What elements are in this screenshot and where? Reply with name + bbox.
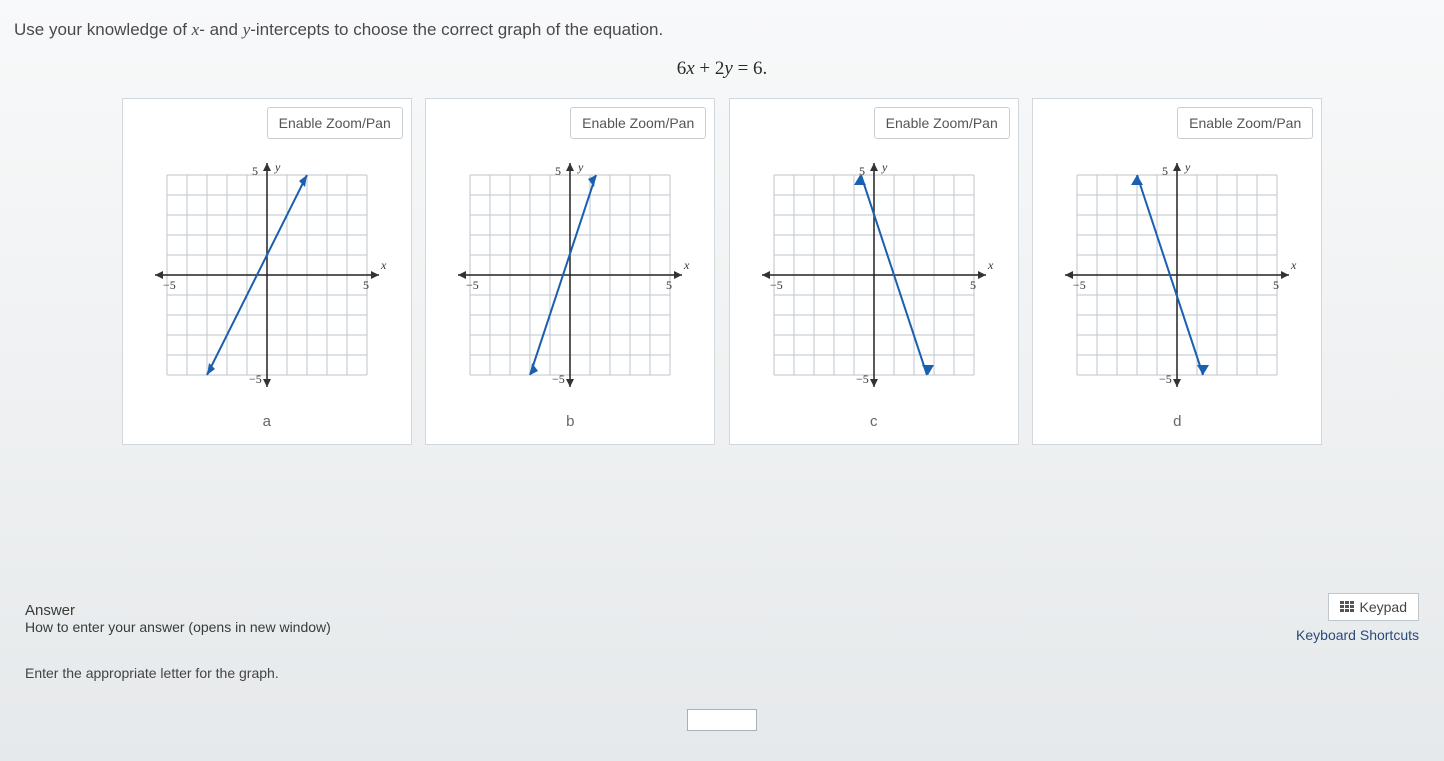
zoom-button-d[interactable]: Enable Zoom/Pan (1177, 107, 1313, 139)
graph-label-c: c (870, 413, 878, 430)
plot-b[interactable]: −5 5 5 −5 y x (440, 145, 700, 405)
svg-text:y: y (577, 160, 584, 174)
svg-text:5: 5 (666, 278, 672, 292)
graph-row: Enable Zoom/Pan (10, 98, 1434, 445)
eq-b: 2 (715, 58, 725, 79)
graph-label-a: a (263, 413, 271, 430)
graph-label-b: b (566, 413, 574, 430)
svg-text:x: x (683, 258, 690, 272)
eq-plus: + (695, 58, 715, 79)
keyboard-shortcuts-link[interactable]: Keyboard Shortcuts (1296, 627, 1419, 643)
chart-b: −5 5 5 −5 y x (445, 155, 695, 395)
chart-a: −5 5 5 −5 y x (142, 155, 392, 395)
chart-d: −5 5 5 −5 y x (1052, 155, 1302, 395)
svg-text:−5: −5 (770, 278, 783, 292)
graph-panel-b: Enable Zoom/Pan −5 5 5 −5 y x (425, 98, 715, 445)
keypad-button[interactable]: Keypad (1328, 593, 1419, 621)
zoom-button-a[interactable]: Enable Zoom/Pan (267, 107, 403, 139)
q-mid2: -intercepts to choose the correct graph … (250, 20, 663, 39)
tick-bot5: −5 (249, 372, 262, 386)
svg-text:−5: −5 (1073, 278, 1086, 292)
axis-y-label: y (274, 160, 281, 174)
graph-label-d: d (1173, 413, 1181, 430)
graph-panel-a: Enable Zoom/Pan (122, 98, 412, 445)
axis-x-label: x (380, 258, 387, 272)
svg-text:y: y (1184, 160, 1191, 174)
keypad-icon (1340, 601, 1354, 613)
tick-neg5: −5 (163, 278, 176, 292)
answer-title: Answer (25, 602, 331, 619)
eq-eq: = (733, 58, 753, 79)
plot-c[interactable]: −555−5 yx (744, 145, 1004, 405)
answer-input[interactable] (687, 709, 757, 731)
svg-text:y: y (881, 160, 888, 174)
q-mid1: - and (199, 20, 242, 39)
enter-letter-text: Enter the appropriate letter for the gra… (25, 665, 1419, 681)
equation: 6x + 2y = 6. (10, 58, 1434, 80)
eq-x: x (686, 58, 694, 79)
tick-pos5: 5 (363, 278, 369, 292)
zoom-button-b[interactable]: Enable Zoom/Pan (570, 107, 706, 139)
svg-text:5: 5 (555, 164, 561, 178)
plot-d[interactable]: −5 5 5 −5 y x (1047, 145, 1307, 405)
svg-text:x: x (1290, 258, 1297, 272)
tick-top5: 5 (252, 164, 258, 178)
eq-c: 6. (753, 58, 767, 79)
answer-section: Answer How to enter your answer (opens i… (25, 593, 1419, 731)
answer-hint-link[interactable]: How to enter your answer (opens in new w… (25, 619, 331, 635)
svg-text:−5: −5 (552, 372, 565, 386)
svg-text:5: 5 (1162, 164, 1168, 178)
eq-y: y (724, 58, 732, 79)
chart-c: −555−5 yx (749, 155, 999, 395)
keypad-label: Keypad (1360, 599, 1407, 615)
graph-panel-c: Enable Zoom/Pan −555−5 yx (729, 98, 1019, 445)
question-text: Use your knowledge of x- and y-intercept… (10, 20, 1434, 40)
eq-a: 6 (677, 58, 687, 79)
svg-text:−5: −5 (1159, 372, 1172, 386)
svg-text:5: 5 (1273, 278, 1279, 292)
svg-text:5: 5 (970, 278, 976, 292)
zoom-button-c[interactable]: Enable Zoom/Pan (874, 107, 1010, 139)
graph-panel-d: Enable Zoom/Pan −5 5 5 −5 y x (1032, 98, 1322, 445)
plot-a[interactable]: −5 5 5 −5 y x (137, 145, 397, 405)
svg-text:−5: −5 (856, 372, 869, 386)
svg-text:x: x (987, 258, 994, 272)
svg-text:−5: −5 (466, 278, 479, 292)
q-prefix: Use your knowledge of (14, 20, 192, 39)
